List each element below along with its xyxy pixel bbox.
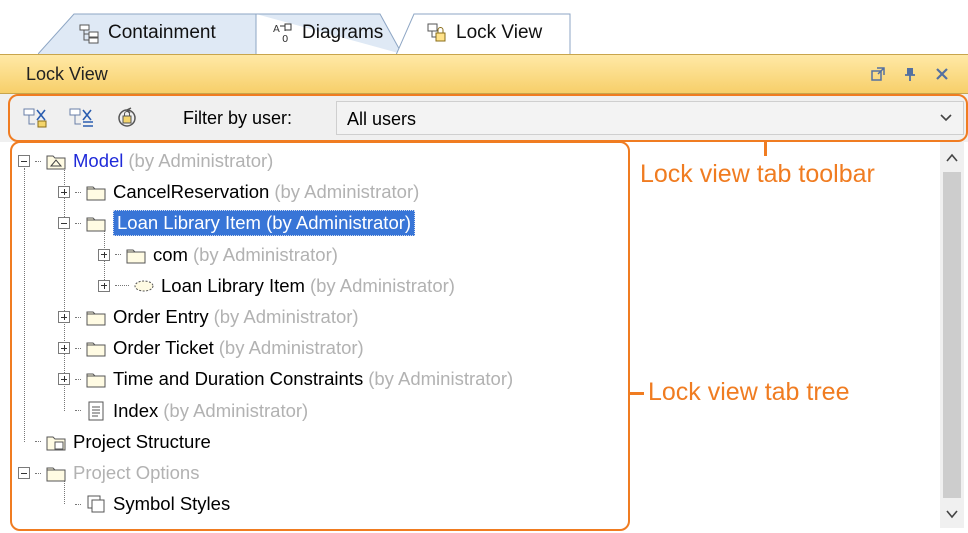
toolbar-callout-text: Lock view tab toolbar — [640, 160, 875, 188]
svg-text:A: A — [273, 24, 280, 35]
scroll-up-arrow-icon[interactable] — [944, 150, 960, 166]
tab-bar: Containment A 0 Diagrams Lock View — [0, 0, 968, 55]
tab-lock-view[interactable]: Lock View — [396, 12, 572, 55]
scroll-down-arrow-icon[interactable] — [944, 506, 960, 522]
pin-icon[interactable] — [900, 64, 920, 84]
tab-lock-view-label: Lock View — [456, 22, 543, 43]
scrollbar-thumb[interactable] — [943, 172, 961, 498]
toolbar-callout-box — [8, 94, 968, 142]
tab-diagrams[interactable]: A 0 Diagrams — [256, 12, 406, 54]
diagrams-icon: A 0 — [273, 23, 292, 44]
tree-callout-text: Lock view tab tree — [648, 378, 850, 406]
panel-title: Lock View — [26, 64, 108, 84]
tree-callout-line — [628, 392, 644, 395]
tab-diagrams-label: Diagrams — [302, 22, 384, 43]
toolbar-callout-line — [764, 140, 767, 156]
containment-tree-icon — [79, 24, 99, 44]
tree-callout-box — [10, 141, 630, 531]
lock-view-icon — [427, 23, 446, 42]
panel-header: Lock View — [0, 54, 968, 94]
close-icon[interactable] — [932, 64, 952, 84]
svg-text:0: 0 — [282, 34, 288, 44]
vertical-scrollbar[interactable] — [940, 142, 964, 528]
tab-containment-label: Containment — [108, 22, 216, 43]
float-window-icon[interactable] — [868, 64, 888, 84]
tab-containment[interactable]: Containment — [38, 12, 258, 54]
